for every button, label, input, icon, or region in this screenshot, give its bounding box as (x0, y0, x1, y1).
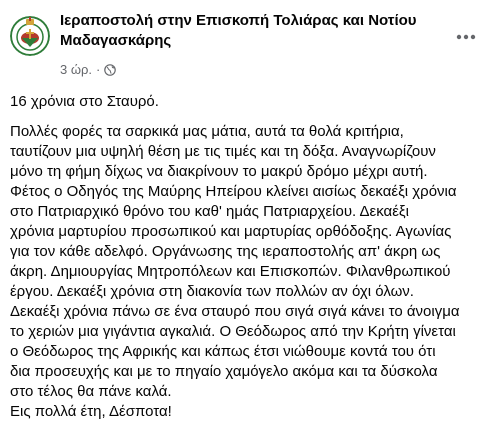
more-options-button[interactable] (450, 27, 482, 47)
post-title-line: 16 χρόνια στο Σταυρό. (10, 93, 159, 110)
post-text: 16 χρόνια στο Σταυρό. Πολλές φορές τα σα… (10, 92, 484, 422)
meta-separator: · (96, 62, 101, 77)
page-name-link[interactable]: Ιεραποστολή στην Επισκοπή Τολιάρας και Ν… (60, 11, 440, 51)
mission-crest-icon (10, 16, 50, 56)
facebook-post: Ιεραποστολή στην Επισκοπή Τολιάρας και Ν… (0, 0, 492, 420)
post-header: Ιεραποστολή στην Επισκοπή Τολιάρας και Ν… (10, 11, 482, 85)
globe-icon (104, 64, 117, 76)
page-avatar[interactable] (10, 16, 50, 56)
post-meta: 3 ώρ. · (60, 62, 117, 78)
more-options-icon (456, 34, 476, 40)
post-timestamp[interactable]: 3 ώρ. (60, 62, 92, 78)
post-body-text: Πολλές φορές τα σαρκικά μας μάτια, αυτά … (10, 123, 460, 420)
